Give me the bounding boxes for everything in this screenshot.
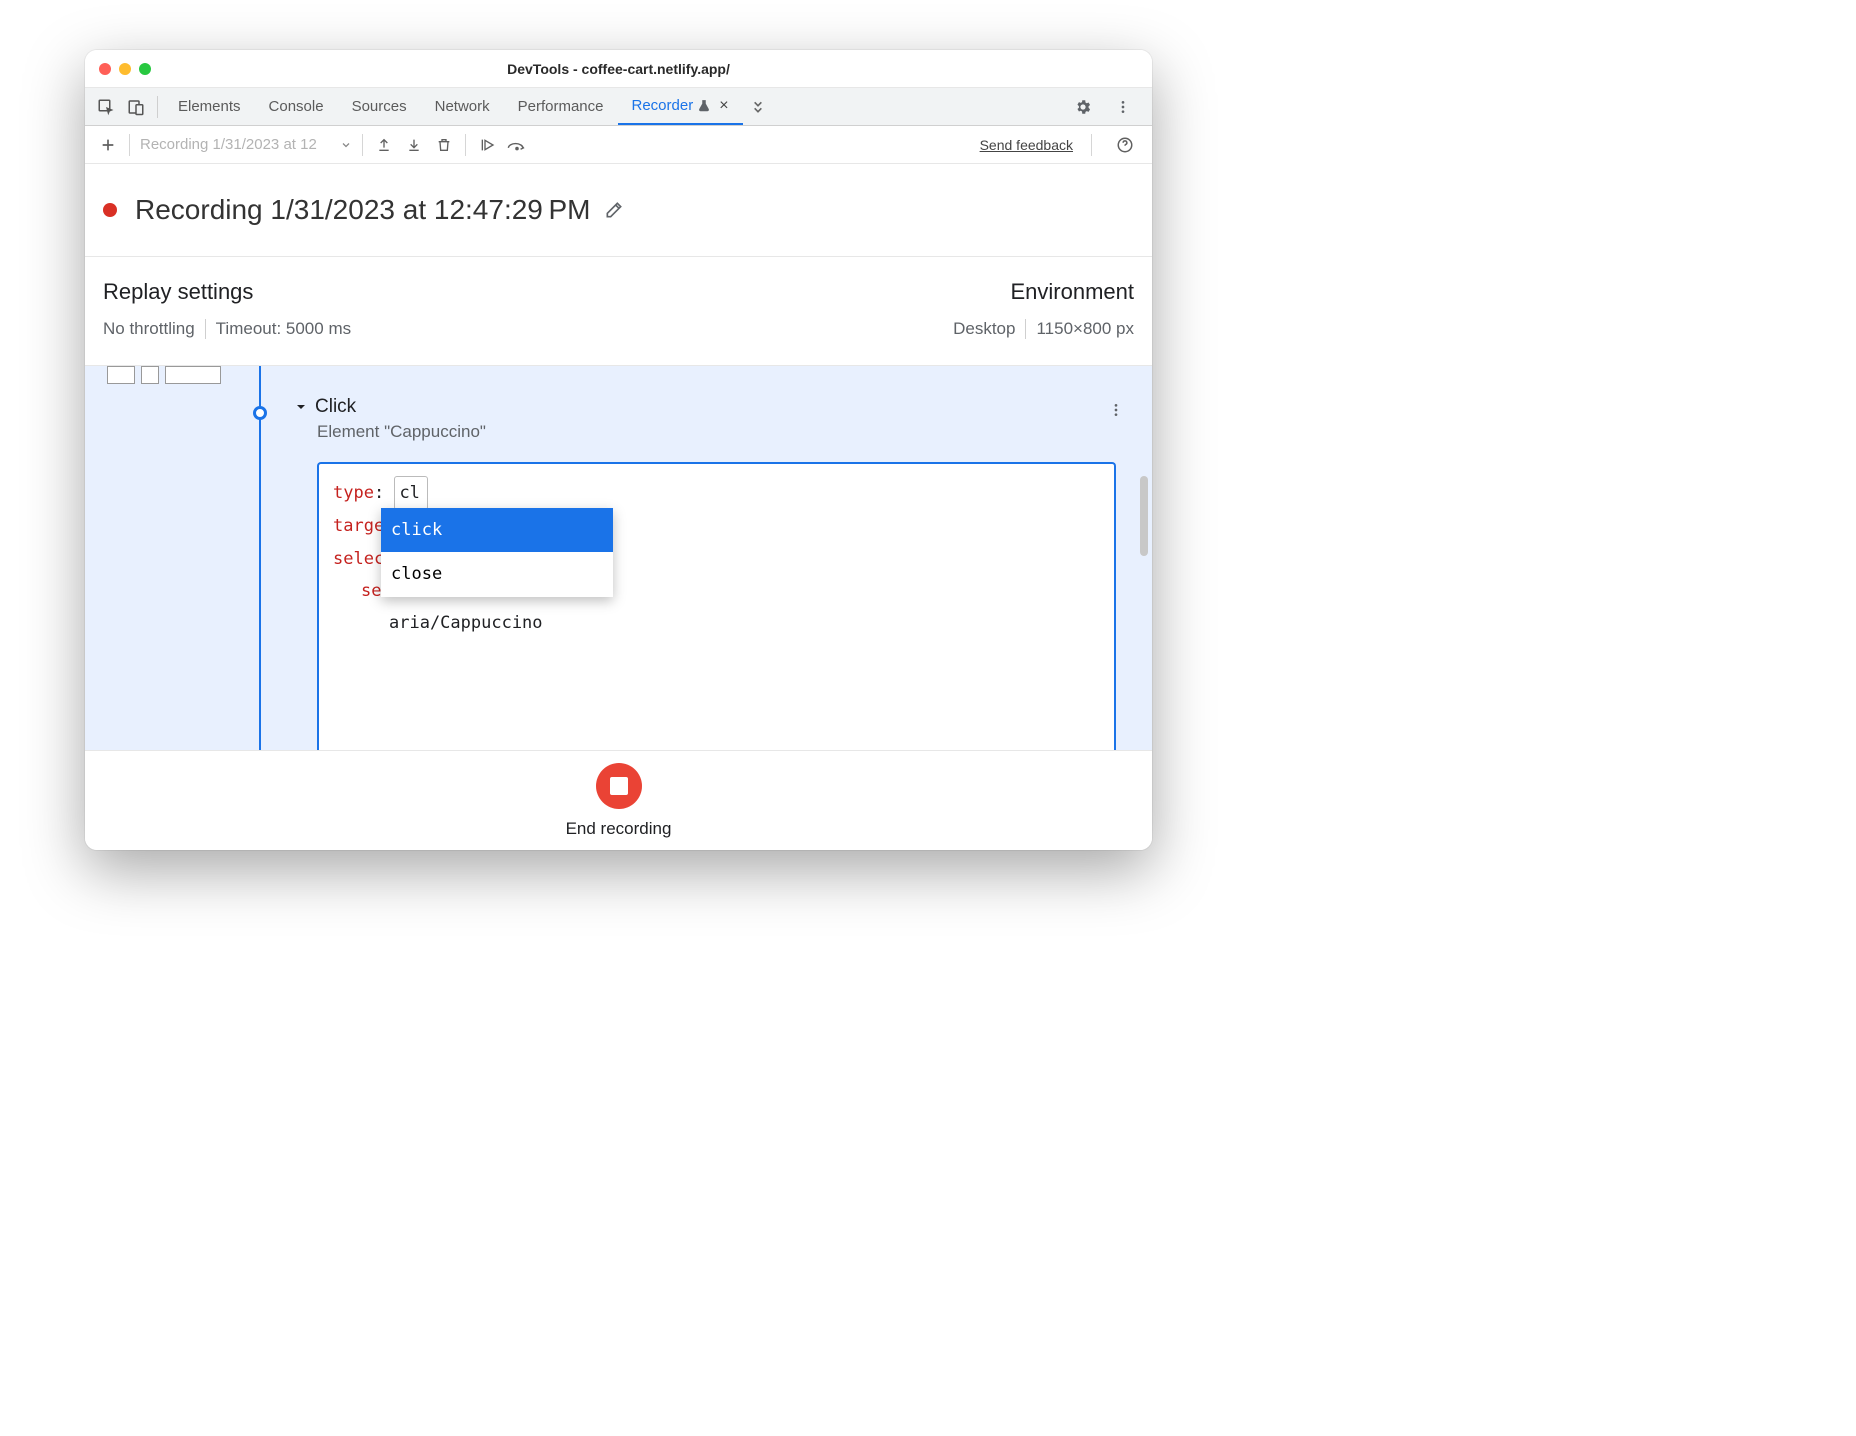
divider bbox=[465, 134, 466, 156]
divider bbox=[1091, 134, 1092, 156]
timeout-value[interactable]: Timeout: 5000 ms bbox=[216, 319, 351, 339]
step-title: Click bbox=[315, 396, 356, 418]
recording-title: Recording 1/31/2023 at 12:47:29 PM bbox=[135, 194, 590, 226]
record-indicator-icon bbox=[103, 203, 117, 217]
close-tab-icon[interactable]: × bbox=[719, 97, 728, 115]
traffic-lights bbox=[99, 63, 151, 75]
import-button[interactable] bbox=[399, 130, 429, 160]
flask-icon bbox=[697, 99, 711, 113]
stop-icon bbox=[610, 777, 628, 795]
new-recording-button[interactable] bbox=[93, 130, 123, 160]
zoom-window-button[interactable] bbox=[139, 63, 151, 75]
delete-button[interactable] bbox=[429, 130, 459, 160]
collapse-icon[interactable] bbox=[295, 401, 307, 413]
replay-button[interactable] bbox=[472, 130, 502, 160]
autocomplete-popup: click close bbox=[381, 508, 613, 597]
device-toolbar-icon[interactable] bbox=[121, 92, 151, 122]
divider bbox=[362, 134, 363, 156]
tab-console[interactable]: Console bbox=[255, 88, 338, 125]
environment-heading: Environment bbox=[1010, 279, 1134, 305]
kebab-menu-icon[interactable] bbox=[1108, 92, 1138, 122]
timeline-node[interactable] bbox=[253, 406, 267, 420]
divider bbox=[129, 134, 130, 156]
throttling-value[interactable]: No throttling bbox=[103, 319, 195, 339]
scrollbar-thumb[interactable] bbox=[1140, 476, 1148, 556]
inspect-element-icon[interactable] bbox=[91, 92, 121, 122]
editor-key-type: type bbox=[333, 483, 374, 503]
recording-dropdown-label: Recording 1/31/2023 at 12 bbox=[140, 136, 317, 153]
tab-sources[interactable]: Sources bbox=[338, 88, 421, 125]
edit-title-button[interactable] bbox=[604, 200, 624, 220]
titlebar: DevTools - coffee-cart.netlify.app/ bbox=[85, 50, 1152, 88]
end-recording-button[interactable] bbox=[596, 763, 642, 809]
send-feedback-link[interactable]: Send feedback bbox=[980, 137, 1073, 153]
tab-network[interactable]: Network bbox=[421, 88, 504, 125]
divider bbox=[157, 96, 158, 118]
editor-selector-value[interactable]: aria/Cappuccino bbox=[389, 613, 543, 633]
replay-settings: Replay settings No throttling Timeout: 5… bbox=[103, 279, 351, 339]
environment-settings: Environment Desktop 1150×800 px bbox=[953, 279, 1134, 339]
step-editor[interactable]: type: cl target select selector #1: aria… bbox=[317, 462, 1116, 750]
editor-selector2-partial: selector #2 bbox=[361, 645, 474, 647]
divider bbox=[205, 319, 206, 339]
export-button[interactable] bbox=[369, 130, 399, 160]
more-tabs-icon[interactable] bbox=[743, 92, 773, 122]
minimize-window-button[interactable] bbox=[119, 63, 131, 75]
recorder-footer: End recording bbox=[85, 750, 1152, 850]
replay-settings-heading: Replay settings bbox=[103, 279, 351, 305]
timeline-line bbox=[259, 366, 261, 750]
settings-row: Replay settings No throttling Timeout: 5… bbox=[85, 257, 1152, 366]
panel-tabs: Elements Console Sources Network Perform… bbox=[164, 88, 773, 125]
tab-recorder[interactable]: Recorder × bbox=[618, 88, 743, 125]
autocomplete-option-close[interactable]: close bbox=[381, 552, 613, 596]
devtools-window: DevTools - coffee-cart.netlify.app/ Elem… bbox=[85, 50, 1152, 850]
tab-elements[interactable]: Elements bbox=[164, 88, 255, 125]
screenshot-thumb[interactable] bbox=[141, 366, 159, 384]
divider bbox=[1025, 319, 1026, 339]
step-over-button[interactable] bbox=[502, 130, 532, 160]
screenshot-strip bbox=[107, 366, 221, 384]
tab-strip: Elements Console Sources Network Perform… bbox=[85, 88, 1152, 126]
autocomplete-option-click[interactable]: click bbox=[381, 508, 613, 552]
recording-dropdown[interactable]: Recording 1/31/2023 at 12 bbox=[136, 136, 356, 153]
tab-recorder-label: Recorder bbox=[632, 97, 694, 114]
window-title: DevTools - coffee-cart.netlify.app/ bbox=[85, 61, 1152, 77]
help-icon[interactable] bbox=[1110, 130, 1140, 160]
device-value[interactable]: Desktop bbox=[953, 319, 1015, 339]
screenshot-thumb[interactable] bbox=[165, 366, 221, 384]
type-input[interactable]: cl bbox=[394, 476, 428, 510]
chevron-down-icon bbox=[340, 139, 352, 151]
viewport-value[interactable]: 1150×800 px bbox=[1036, 319, 1134, 339]
steps-panel: Click Element "Cappuccino" type: cl targ… bbox=[85, 366, 1152, 750]
step-subtitle: Element "Cappuccino" bbox=[317, 422, 486, 442]
recorder-toolbar: Recording 1/31/2023 at 12 Send feedback bbox=[85, 126, 1152, 164]
end-recording-label: End recording bbox=[566, 819, 672, 839]
recording-title-row: Recording 1/31/2023 at 12:47:29 PM bbox=[85, 164, 1152, 257]
screenshot-thumb[interactable] bbox=[107, 366, 135, 384]
settings-icon[interactable] bbox=[1068, 92, 1098, 122]
step-header[interactable]: Click Element "Cappuccino" bbox=[295, 396, 486, 442]
step-menu-button[interactable] bbox=[1108, 402, 1124, 418]
close-window-button[interactable] bbox=[99, 63, 111, 75]
tab-performance[interactable]: Performance bbox=[504, 88, 618, 125]
